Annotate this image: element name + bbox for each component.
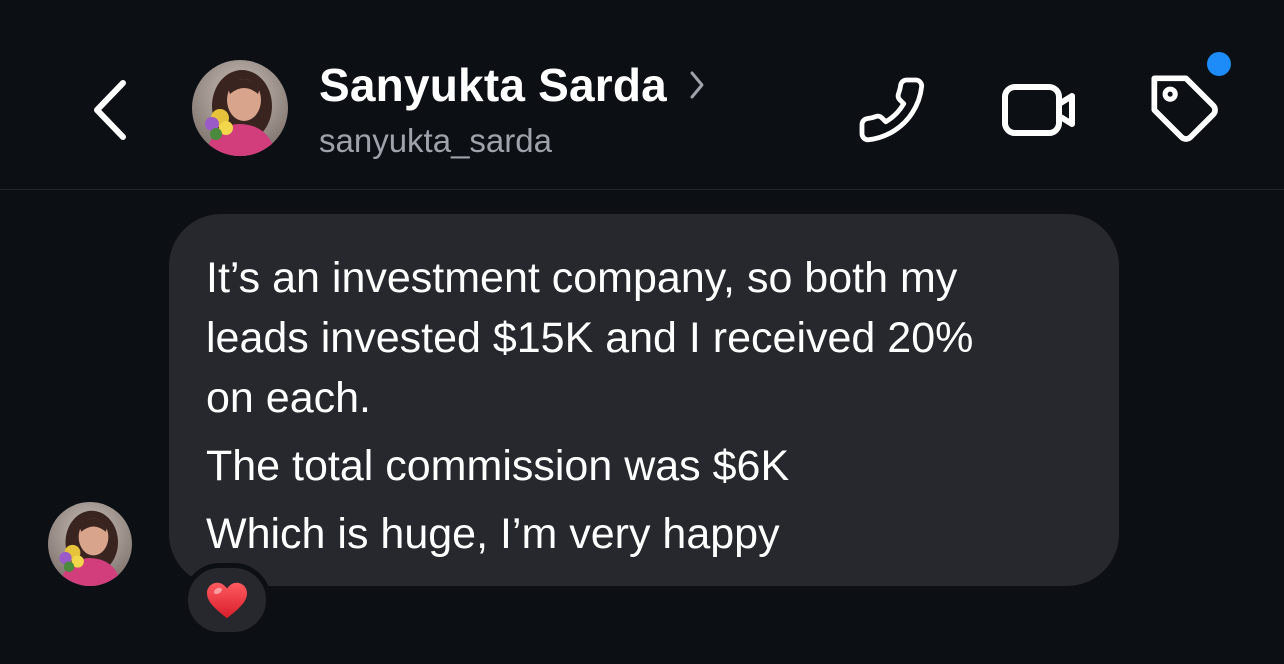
- chevron-left-icon: [94, 80, 126, 140]
- sender-avatar[interactable]: [48, 502, 132, 586]
- label-button[interactable]: [1146, 70, 1226, 150]
- chat-title[interactable]: Sanyukta Sarda sanyukta_sarda: [319, 58, 705, 160]
- chevron-right-icon: [690, 71, 704, 99]
- message-line: on each.: [206, 374, 371, 422]
- back-button[interactable]: [80, 70, 140, 150]
- heart-icon: [207, 582, 247, 619]
- tag-icon: [1151, 75, 1218, 142]
- message-line: leads invested $15K and I received 20%: [206, 314, 974, 362]
- video-camera-icon: [1002, 84, 1075, 136]
- avatar[interactable]: [192, 60, 288, 156]
- contact-username: sanyukta_sarda: [319, 122, 552, 159]
- message-line: Which is huge, I’m very happy: [206, 510, 780, 558]
- message-line: The total commission was $6K: [206, 442, 790, 490]
- notification-dot: [1207, 52, 1231, 76]
- message-bubble[interactable]: It’s an investment company, so both my l…: [169, 214, 1119, 586]
- avatar-photo: [192, 60, 288, 156]
- video-call-button[interactable]: [1000, 70, 1080, 150]
- phone-icon: [859, 77, 925, 143]
- message-line: It’s an investment company, so both my: [206, 254, 958, 302]
- avatar-photo: [48, 502, 132, 586]
- heart-reaction[interactable]: [183, 563, 271, 637]
- audio-call-button[interactable]: [852, 70, 932, 150]
- chat-header: Sanyukta Sarda sanyukta_sarda: [0, 0, 1284, 190]
- contact-name[interactable]: Sanyukta Sarda: [319, 58, 667, 112]
